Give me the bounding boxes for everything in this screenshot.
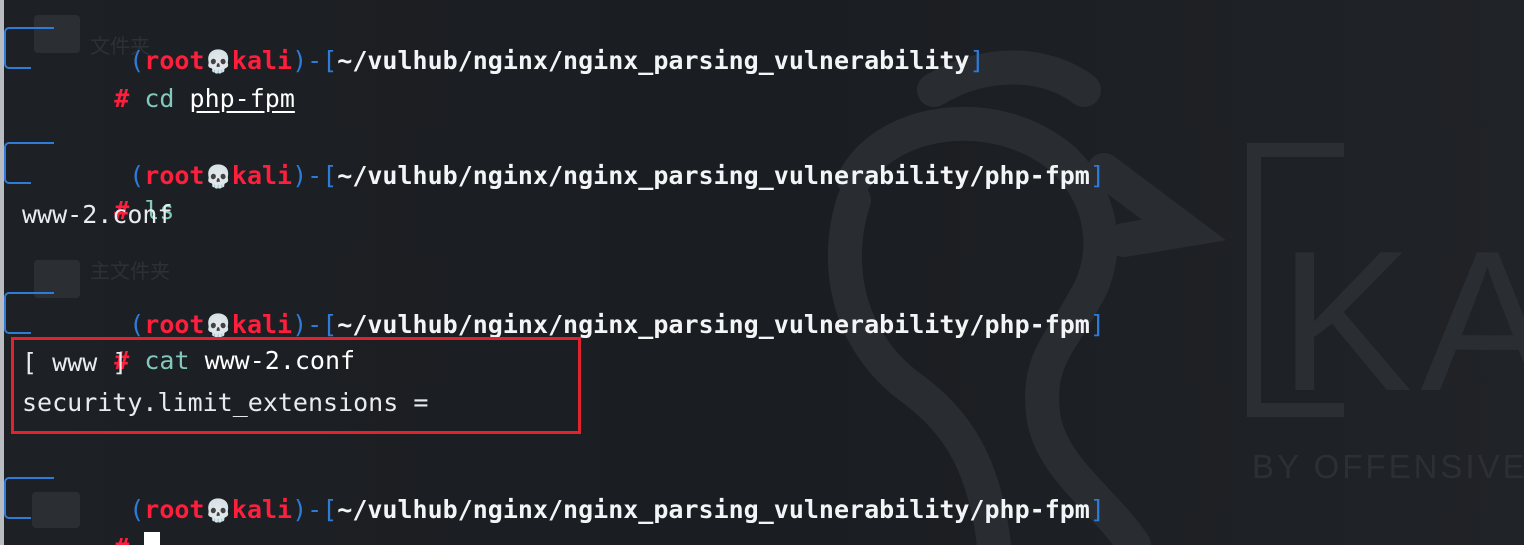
prompt-host: kali bbox=[231, 495, 293, 524]
cat-output-line-2: security.limit_extensions = bbox=[22, 388, 429, 417]
prompt-frame-bottom-2 bbox=[4, 168, 31, 184]
prompt-path: ~/vulhub/nginx/nginx_parsing_vulnerabili… bbox=[337, 310, 1090, 339]
kali-tagline: BY OFFENSIVE bbox=[1252, 448, 1524, 485]
prompt-path: ~/vulhub/nginx/nginx_parsing_vulnerabili… bbox=[337, 495, 1090, 524]
command-line-2: # ls bbox=[54, 160, 174, 225]
skull-icon: 💀 bbox=[204, 165, 232, 190]
prompt-line-4: (root💀kali)-[~/vulhub/nginx/nginx_parsin… bbox=[129, 495, 1105, 524]
prompt-path: ~/vulhub/nginx/nginx_parsing_vulnerabili… bbox=[337, 161, 1090, 190]
prompt-frame-bottom-4 bbox=[4, 503, 31, 519]
kali-logo-frame bbox=[1247, 143, 1344, 417]
prompt-host: kali bbox=[231, 161, 293, 190]
command-line-1: # cd php-fpm bbox=[54, 48, 295, 113]
terminal-window[interactable]: KA BY OFFENSIVE 文件夹 主文件夹 (root💀kali)-[~/… bbox=[0, 0, 1524, 545]
prompt-hash: # bbox=[114, 533, 129, 545]
prompt-frame-bottom-1 bbox=[4, 53, 31, 69]
prompt-line-3: (root💀kali)-[~/vulhub/nginx/nginx_parsin… bbox=[129, 310, 1105, 339]
cat-output-line-1: [ www ] bbox=[22, 348, 128, 377]
command-line-4[interactable]: # bbox=[54, 497, 161, 545]
prompt-path: ~/vulhub/nginx/nginx_parsing_vulnerabili… bbox=[337, 46, 970, 75]
prompt-line-1: (root💀kali)-[~/vulhub/nginx/nginx_parsin… bbox=[129, 46, 985, 75]
prompt-line-2: (root💀kali)-[~/vulhub/nginx/nginx_parsin… bbox=[129, 161, 1105, 190]
command-name: cd bbox=[144, 84, 175, 113]
kali-logo-text: KA bbox=[1279, 210, 1524, 433]
prompt-hash: # bbox=[114, 84, 130, 113]
prompt-frame-bottom-3 bbox=[4, 318, 31, 334]
skull-icon: 💀 bbox=[204, 499, 232, 524]
terminal-cursor[interactable] bbox=[144, 532, 161, 545]
ls-output: www-2.conf bbox=[22, 200, 173, 229]
command-argument: php-fpm bbox=[189, 84, 295, 113]
